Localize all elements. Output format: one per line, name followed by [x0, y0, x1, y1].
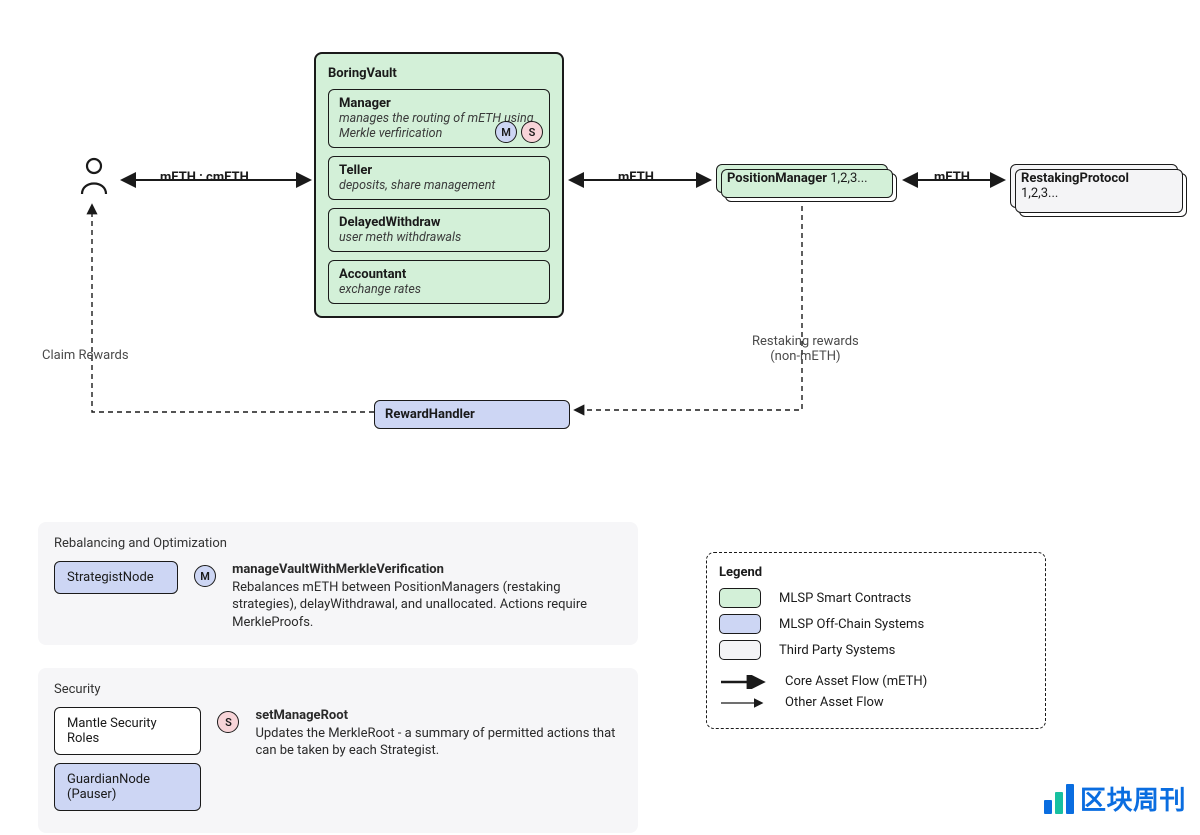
pm-title: PositionManager — [727, 171, 827, 186]
reward-handler: RewardHandler — [374, 400, 570, 429]
legend-other-arrow-icon — [719, 696, 767, 710]
user-icon — [78, 156, 110, 196]
legend-offchain: MLSP Off-Chain Systems — [779, 617, 924, 632]
pm-suffix: 1,2,3... — [827, 171, 868, 186]
reward-handler-label: RewardHandler — [385, 407, 475, 422]
vault-manager: Manager manages the routing of mETH usin… — [328, 89, 550, 148]
legend-thirdparty: Third Party Systems — [779, 643, 895, 658]
watermark: 区块周刊 — [1044, 780, 1186, 817]
arrow-claim-rewards — [82, 198, 378, 420]
rebalancing-func-desc: Rebalances mETH between PositionManagers… — [232, 579, 622, 632]
legend-other-flow: Other Asset Flow — [785, 695, 884, 710]
strategist-node: StrategistNode — [54, 561, 178, 594]
label-vault-pm: mETH — [618, 170, 654, 185]
rebalancing-desc: manageVaultWithMerkleVerification Rebala… — [232, 561, 622, 631]
badge-s-panel: S — [217, 711, 239, 733]
security-desc: setManageRoot Updates the MerkleRoot - a… — [255, 707, 622, 760]
label-user-vault: mETH : cmETH — [160, 170, 249, 185]
swatch-offchain — [719, 614, 761, 634]
legend-contracts: MLSP Smart Contracts — [779, 591, 911, 606]
security-func-title: setManageRoot — [255, 707, 622, 725]
position-manager: PositionManager 1,2,3... — [716, 164, 888, 193]
restaking-protocol: RestakingProtocol 1,2,3... — [1010, 164, 1178, 208]
panel-rebalancing-title: Rebalancing and Optimization — [54, 536, 622, 551]
watermark-logo-icon — [1044, 784, 1074, 814]
guardian-node: GuardianNode (Pauser) — [54, 763, 201, 811]
badge-m-icon: M — [495, 121, 517, 143]
badge-s-icon: S — [521, 121, 543, 143]
diagram-canvas: mETH : cmETH BoringVault Manager manages… — [0, 0, 1200, 835]
label-restaking-rewards: Restaking rewards (non-mETH) — [752, 334, 859, 364]
rp-suffix: 1,2,3... — [1021, 186, 1058, 201]
panel-security-title: Security — [54, 682, 622, 697]
legend: Legend MLSP Smart Contracts MLSP Off-Cha… — [706, 552, 1046, 729]
swatch-thirdparty — [719, 640, 761, 660]
vault-teller: Teller deposits, share management — [328, 156, 550, 200]
label-claim-rewards: Claim Rewards — [42, 348, 129, 363]
legend-core-arrow-icon — [719, 675, 767, 689]
label-pm-rp: mETH — [934, 170, 970, 185]
legend-title: Legend — [719, 565, 1033, 580]
rebalancing-func-title: manageVaultWithMerkleVerification — [232, 561, 622, 579]
panel-security: Security Mantle Security Roles GuardianN… — [38, 668, 638, 833]
legend-core-flow: Core Asset Flow (mETH) — [785, 674, 927, 689]
badge-m-panel: M — [194, 565, 216, 587]
arrow-restaking-rewards — [570, 200, 830, 420]
rp-title: RestakingProtocol — [1021, 171, 1129, 186]
vault-title: BoringVault — [328, 66, 550, 81]
panel-rebalancing: Rebalancing and Optimization StrategistN… — [38, 522, 638, 645]
mantle-security-roles: Mantle Security Roles — [54, 707, 201, 755]
swatch-contracts — [719, 588, 761, 608]
teller-sub: deposits, share management — [339, 178, 539, 193]
watermark-text: 区块周刊 — [1080, 780, 1186, 817]
security-func-desc: Updates the MerkleRoot - a summary of pe… — [255, 725, 622, 760]
manager-title: Manager — [339, 96, 539, 111]
teller-title: Teller — [339, 163, 539, 178]
